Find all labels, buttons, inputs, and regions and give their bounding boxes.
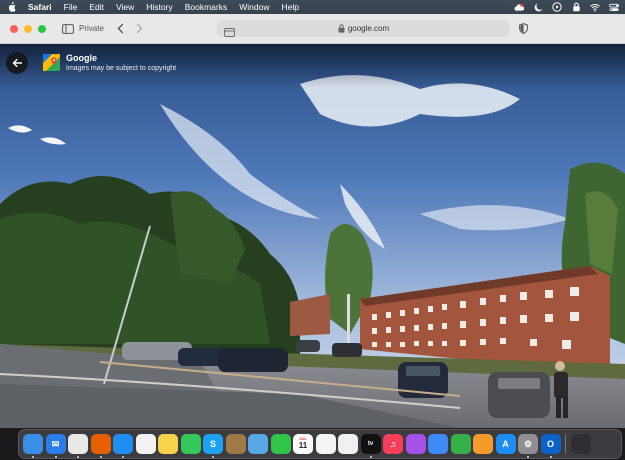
- dock-podcasts-icon[interactable]: [405, 434, 426, 454]
- dock-firefox-icon[interactable]: [90, 434, 111, 458]
- dock-app-glyph: ⚙: [523, 438, 533, 449]
- menu-view[interactable]: View: [116, 2, 134, 12]
- dock-photos-icon[interactable]: [135, 434, 156, 454]
- apple-icon[interactable]: [6, 2, 16, 12]
- dock-app-glyph: S: [209, 439, 216, 449]
- image-viewer: Google Images may be subject to copyrigh…: [0, 44, 625, 428]
- dock-system-settings-icon[interactable]: ⚙: [518, 434, 538, 458]
- menu-edit[interactable]: Edit: [89, 2, 104, 12]
- google-maps-icon: [43, 54, 60, 71]
- page-settings-icon[interactable]: [224, 24, 235, 42]
- menu-help[interactable]: Help: [281, 2, 298, 12]
- dock-keynote-icon[interactable]: [428, 434, 448, 454]
- back-button[interactable]: [6, 52, 28, 74]
- dock-music-icon[interactable]: ♫: [383, 434, 403, 454]
- address-bar[interactable]: google.com: [217, 20, 510, 37]
- dock-safari-icon[interactable]: [113, 434, 133, 458]
- dock-app-glyph: ✉: [51, 438, 60, 449]
- close-window-button[interactable]: [10, 24, 18, 33]
- zoom-window-button[interactable]: [38, 24, 46, 33]
- running-indicator: [32, 456, 34, 458]
- address-url: google.com: [347, 24, 390, 33]
- running-indicator: [122, 456, 124, 458]
- vpn-lock-icon[interactable]: [571, 2, 581, 12]
- sidebar-toggle-icon[interactable]: [62, 23, 74, 34]
- running-indicator: [77, 456, 79, 458]
- dock-app-glyph: A: [502, 439, 509, 449]
- focus-moon-icon[interactable]: [533, 2, 543, 12]
- media-play-icon[interactable]: [552, 2, 562, 12]
- dock-calendar-icon[interactable]: JUL 11: [293, 434, 313, 454]
- dock-reminders-icon[interactable]: [315, 434, 336, 454]
- dock-archive-icon[interactable]: [225, 434, 246, 454]
- dock-separator: [565, 434, 566, 454]
- copyright-notice: Images may be subject to copyright: [66, 65, 177, 72]
- private-label: Private: [79, 24, 104, 33]
- dock-app-glyph: tv: [367, 441, 374, 447]
- dock-apple-tv-icon[interactable]: tv: [360, 434, 381, 458]
- privacy-shield-icon[interactable]: [519, 23, 528, 34]
- dock-messages-icon[interactable]: [180, 434, 201, 454]
- window-controls: [10, 24, 46, 33]
- dock-app-glyph: O: [546, 439, 554, 449]
- dock-apps-grid-icon[interactable]: [570, 434, 591, 454]
- forward-nav-icon[interactable]: [136, 23, 143, 34]
- menu-window[interactable]: Window: [239, 2, 269, 12]
- lock-icon: [338, 20, 345, 38]
- dock-mail-icon[interactable]: ✉: [45, 434, 66, 458]
- dock-area: ✉ S JUL 11 tv ♫ A ⚙ O: [0, 428, 625, 460]
- running-indicator: [549, 456, 552, 458]
- dock-pages-icon[interactable]: [473, 434, 493, 454]
- minimize-window-button[interactable]: [24, 24, 32, 33]
- dock-chrome-icon[interactable]: [68, 434, 88, 458]
- menu-bar: Safari File Edit View History Bookmarks …: [0, 0, 625, 14]
- dock-outlook-icon[interactable]: O: [540, 434, 561, 458]
- wifi-icon[interactable]: [590, 2, 600, 12]
- safari-toolbar: Private google.com: [0, 14, 625, 44]
- source-title[interactable]: Google: [66, 53, 97, 63]
- calendar-day-label: 11: [298, 441, 308, 450]
- control-center-icon[interactable]: [609, 2, 619, 12]
- dock-app-glyph: ♫: [389, 439, 397, 449]
- dock-finder-icon[interactable]: [23, 434, 43, 458]
- street-view-photo: [0, 44, 625, 428]
- status-area: [514, 2, 619, 12]
- running-indicator: [54, 456, 57, 458]
- dock: ✉ S JUL 11 tv ♫ A ⚙ O: [18, 429, 622, 459]
- dock-facetime-icon[interactable]: [270, 434, 291, 454]
- running-indicator: [369, 456, 372, 458]
- menu-app-name[interactable]: Safari: [28, 2, 52, 12]
- dock-maps-icon[interactable]: [248, 434, 268, 454]
- running-indicator: [212, 456, 214, 458]
- menu-history[interactable]: History: [146, 2, 172, 12]
- arrow-left-icon: [12, 58, 22, 68]
- dock-numbers-icon[interactable]: [450, 434, 471, 454]
- running-indicator: [99, 456, 102, 458]
- creative-cloud-icon[interactable]: [514, 2, 524, 12]
- dock-skype-icon[interactable]: S: [203, 434, 223, 458]
- menu-file[interactable]: File: [64, 2, 78, 12]
- back-nav-icon[interactable]: [117, 23, 124, 34]
- menu-bookmarks[interactable]: Bookmarks: [185, 2, 228, 12]
- dock-notes-icon[interactable]: [158, 434, 178, 454]
- dock-freeform-icon[interactable]: [338, 434, 358, 454]
- dock-app-store-icon[interactable]: A: [495, 434, 516, 454]
- running-indicator: [527, 456, 529, 458]
